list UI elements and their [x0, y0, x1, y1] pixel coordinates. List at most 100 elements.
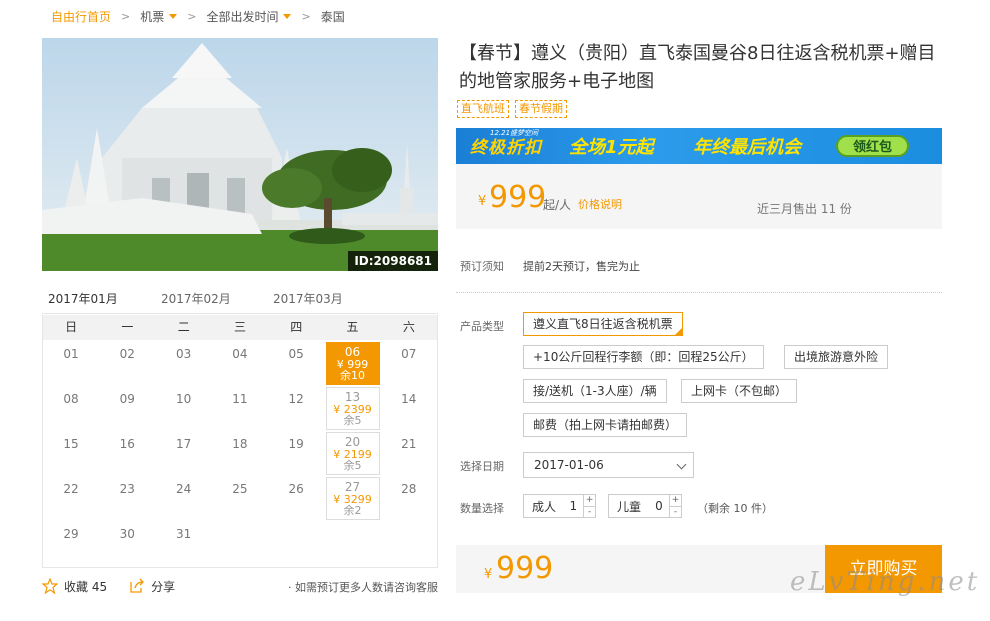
- breadcrumb-departure-dropdown[interactable]: 全部出发时间: [206, 8, 292, 25]
- product-actions: 收藏 45 分享 · 如需预订更多人数请咨询客服: [42, 576, 438, 596]
- adult-minus-button[interactable]: -: [584, 507, 595, 518]
- star-icon: [42, 578, 58, 594]
- child-stepper-buttons: + -: [669, 495, 681, 517]
- calendar-day: 04: [213, 342, 267, 385]
- image-id-label: ID:2098681: [348, 251, 438, 271]
- sold-count: 近三月售出 11 份: [757, 202, 852, 216]
- weekday-header: 日: [65, 320, 78, 334]
- favorite-button[interactable]: 收藏 45: [42, 578, 107, 595]
- calendar-day: 24: [157, 477, 211, 520]
- calendar-day-number: 01: [63, 347, 79, 361]
- consult-note: · 如需预订更多人数请咨询客服: [288, 581, 438, 594]
- banner-slogan-1: 终极折扣: [470, 138, 542, 158]
- weekday-header: 四: [290, 320, 303, 334]
- calendar-day: 18: [213, 432, 267, 475]
- breadcrumb-departure-label: 全部出发时间: [206, 9, 279, 24]
- adult-label: 成人: [532, 499, 557, 514]
- calendar-day: 25: [213, 477, 267, 520]
- breadcrumb-home-link[interactable]: 自由行首页: [51, 8, 111, 25]
- option-airport-transfer[interactable]: 接/送机（1-3人座）/辆: [523, 379, 667, 403]
- option-sim-card[interactable]: 上网卡（不包邮）: [681, 379, 798, 403]
- breadcrumb-separator: >: [121, 9, 131, 23]
- adult-stepper-buttons: + -: [583, 495, 595, 517]
- option-extra-luggage[interactable]: +10公斤回程行李额（即：回程25公斤）: [523, 345, 764, 369]
- tab-month-1[interactable]: 2017年01月: [42, 290, 124, 318]
- calendar-day-number: 18: [232, 437, 248, 451]
- calendar-day: 30: [100, 522, 154, 565]
- date-select[interactable]: 2017-01-06: [523, 452, 694, 478]
- price-explain-link[interactable]: 价格说明: [578, 196, 622, 212]
- calendar-day: 15: [44, 432, 98, 475]
- child-minus-button[interactable]: -: [670, 507, 681, 518]
- adult-plus-button[interactable]: +: [584, 495, 595, 507]
- adult-quantity-stepper[interactable]: 成人 1 + -: [523, 494, 596, 518]
- calendar-day: 02: [100, 342, 154, 385]
- weekday-header: 二: [177, 320, 190, 334]
- calendar-day-available[interactable]: 06 ¥ 999 余10: [325, 342, 380, 385]
- calendar-day-remaining: 余5: [343, 414, 362, 427]
- calendar-month-tabs: 2017年01月 2017年02月 2017年03月: [42, 286, 438, 318]
- notice-text: 提前2天预订，售完为止: [523, 260, 640, 273]
- buy-amount: 999: [496, 551, 554, 586]
- calendar-day-number: 25: [232, 482, 248, 496]
- calendar-day-number: 10: [175, 392, 192, 406]
- child-quantity-stepper[interactable]: 儿童 0 + -: [608, 494, 682, 518]
- calendar-day-number: 05: [288, 347, 304, 361]
- product-tags: 直飞航班 春节假期: [457, 100, 573, 118]
- breadcrumb: 自由行首页 > 机票 > 全部出发时间 > 泰国: [51, 8, 345, 24]
- caret-down-icon: [169, 13, 178, 19]
- calendar-day-available[interactable]: 20 ¥ 2199 余5: [325, 432, 380, 475]
- banner-slogan-2: 全场1元起: [569, 137, 654, 158]
- date-label: 选择日期: [460, 460, 504, 473]
- calendar-day-number: 29: [63, 527, 79, 541]
- calendar-day-number: 07: [401, 347, 417, 361]
- calendar-day-number: 04: [232, 347, 248, 361]
- calendar: 日 一 二 三 四 五 六 01 02 03 04 05 06 ¥ 999 余10 07 08 09 10 11 12…: [42, 315, 438, 568]
- calendar-day-available[interactable]: 27 ¥ 3299 余2: [325, 477, 380, 520]
- calendar-day-available[interactable]: 13 ¥ 2399 余5: [325, 387, 380, 430]
- promo-banner[interactable]: 12.21盛梦空间 终极折扣 全场1元起 年终最后机会 领红包: [456, 128, 942, 164]
- option-roundtrip-ticket[interactable]: 遵义直飞8日往返含税机票: [523, 312, 683, 336]
- child-plus-button[interactable]: +: [670, 495, 681, 507]
- child-value[interactable]: 0: [649, 499, 669, 513]
- price-currency: ¥: [478, 194, 487, 209]
- tag-spring-festival: 春节假期: [515, 100, 567, 118]
- product-type-label: 产品类型: [460, 320, 504, 333]
- chevron-down-icon: [676, 459, 687, 470]
- calendar-day: 09: [100, 387, 154, 430]
- calendar-day-number: 28: [401, 482, 417, 496]
- adult-value[interactable]: 1: [563, 499, 583, 513]
- calendar-day: 14: [382, 387, 436, 430]
- banner-red-packet-button[interactable]: 领红包: [836, 135, 909, 157]
- tab-month-3[interactable]: 2017年03月: [273, 290, 343, 307]
- calendar-day-remaining: 余2: [343, 504, 362, 517]
- calendar-day-number: 09: [119, 392, 135, 406]
- weekday-header: 五: [346, 320, 359, 334]
- quantity-label: 数量选择: [460, 502, 504, 515]
- calendar-day: 28: [382, 477, 436, 520]
- calendar-day: 29: [44, 522, 98, 565]
- calendar-day-remaining: 余5: [343, 459, 362, 472]
- tab-month-2[interactable]: 2017年02月: [161, 290, 231, 307]
- breadcrumb-flight-dropdown[interactable]: 机票: [140, 8, 178, 25]
- date-value: 2017-01-06: [534, 458, 604, 472]
- notice-label: 预订须知: [460, 260, 504, 273]
- calendar-day: 07: [382, 342, 436, 385]
- calendar-day-number: 17: [175, 437, 192, 451]
- weekday-header: 一: [121, 320, 134, 334]
- option-postage[interactable]: 邮费（拍上网卡请拍邮费）: [523, 413, 688, 437]
- calendar-day-number: 15: [63, 437, 79, 451]
- calendar-day: 31: [157, 522, 211, 565]
- share-button[interactable]: 分享: [129, 578, 175, 595]
- caret-down-icon: [283, 13, 292, 19]
- calendar-day: 10: [157, 387, 211, 430]
- calendar-day-number: 31: [175, 527, 192, 541]
- favorite-label: 收藏 45: [64, 579, 108, 594]
- option-travel-insurance[interactable]: 出境旅游意外险: [784, 345, 889, 369]
- watermark: eLvTing.net: [790, 567, 981, 597]
- price-per-person: 起/人: [543, 198, 572, 212]
- calendar-day-number: 23: [119, 482, 135, 496]
- calendar-day-number: 12: [288, 392, 304, 406]
- calendar-day: 16: [100, 432, 154, 475]
- calendar-day-number: 30: [119, 527, 135, 541]
